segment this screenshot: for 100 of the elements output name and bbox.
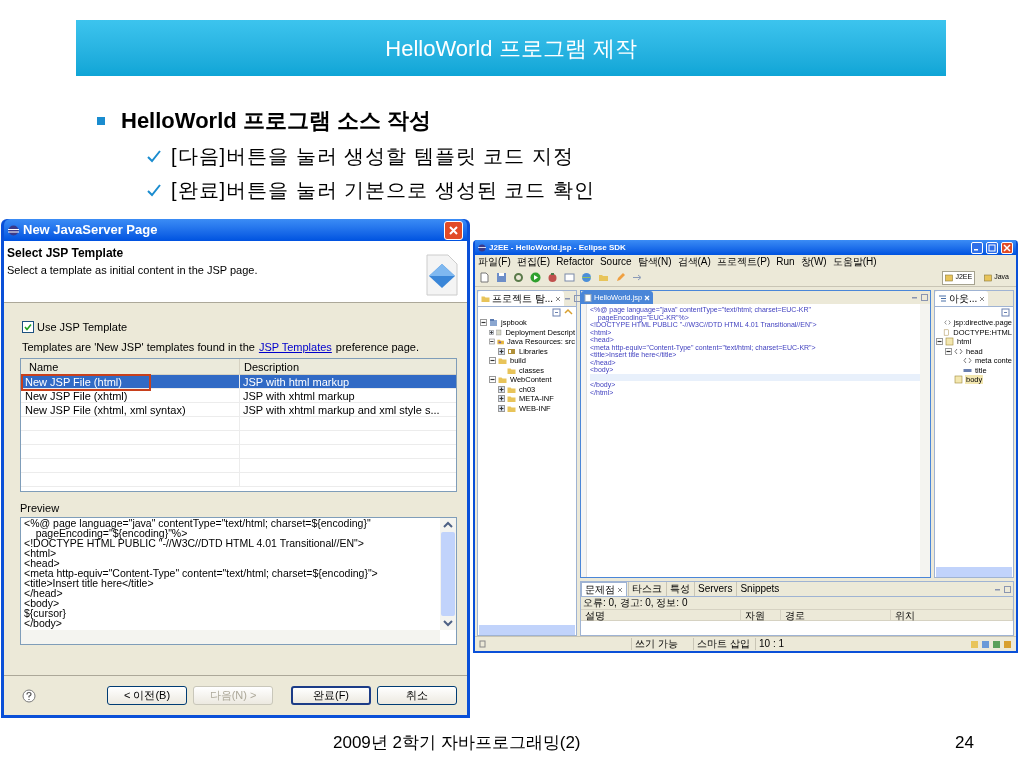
preview-code-line: <body> <box>24 597 60 608</box>
document-diamond-icon <box>424 254 458 296</box>
column-header[interactable]: 경로 <box>781 610 891 620</box>
collapse-all-icon <box>1001 308 1010 317</box>
slide-footer: 2009년 2학기 자바프로그래밍(2) <box>333 730 581 756</box>
horizontal-scrollbar[interactable] <box>936 567 1012 577</box>
column-header[interactable]: 자원 <box>741 610 781 620</box>
table-cell: New JSP File (xhtml) <box>21 389 240 402</box>
maximize-button[interactable] <box>986 241 998 254</box>
menu-item[interactable]: 파일(F) <box>478 256 511 268</box>
file-icon <box>584 293 592 302</box>
perspective-icon <box>984 273 993 282</box>
minimize-button[interactable] <box>971 241 983 254</box>
table-cell-text: JSP with xhtml markup <box>242 389 356 402</box>
preview-label: Preview <box>20 501 61 516</box>
view-tab[interactable]: 프로젝트 탐... <box>478 291 565 306</box>
panel-tab[interactable]: 타스크 <box>628 582 665 596</box>
menu-item[interactable]: Refactor <box>556 256 594 268</box>
template-row[interactable]: New JSP File (html) JSP with html markup <box>21 375 456 389</box>
tag-brackets-icon <box>954 346 963 356</box>
minimize-icon <box>564 295 572 302</box>
dialog-heading: Select JSP Template <box>7 245 125 262</box>
descriptor-icon <box>496 327 503 337</box>
menu-item[interactable]: 편집(E) <box>516 256 551 268</box>
maximize-icon <box>921 294 928 301</box>
close-icon <box>979 295 986 302</box>
vertical-scrollbar[interactable] <box>920 304 930 577</box>
globe-icon <box>581 272 592 283</box>
new-file-icon <box>479 272 490 283</box>
menu-item[interactable]: 프로젝트(P) <box>716 256 771 268</box>
preview-code-line: <html> <box>24 547 57 558</box>
run-icon <box>530 272 541 283</box>
table-cell-text: JSP with html markup <box>242 375 351 388</box>
minimize-icon <box>911 294 918 301</box>
menu-item[interactable]: Run <box>776 256 795 268</box>
link-icon <box>564 308 573 317</box>
template-row[interactable]: New JSP File (xhtml) JSP with xhtml markup <box>21 389 456 403</box>
close-button[interactable] <box>444 220 463 240</box>
folder-icon <box>481 294 490 303</box>
project-icon <box>489 318 498 328</box>
templates-note: preference page. <box>335 339 419 355</box>
slide-title: HelloWorld 프로그램 제작 <box>385 34 637 63</box>
arrow-icon <box>632 272 643 283</box>
horizontal-scrollbar[interactable] <box>479 625 575 635</box>
column-header[interactable]: 설명 <box>581 610 741 620</box>
close-icon <box>644 294 651 301</box>
column-header[interactable]: 위치 <box>891 610 1013 620</box>
bullet-text: [완료]버튼을 눌러 기본으로 생성된 코드 확인 <box>171 178 595 203</box>
problems-summary: 오류: 0, 경고: 0, 정보: 0 <box>581 597 1013 609</box>
maximize-icon <box>988 243 996 252</box>
pencil-icon <box>615 272 626 283</box>
table-cell-text: JSP with xhtml markup and xml style s... <box>242 403 441 416</box>
column-header[interactable]: Description <box>240 359 456 374</box>
close-icon <box>555 295 562 302</box>
square-bullet-icon <box>97 116 105 125</box>
source-folder-icon <box>496 337 505 347</box>
maximize-icon <box>1004 585 1011 593</box>
checkbox-label: Use JSP Template <box>37 320 128 335</box>
template-row[interactable]: New JSP File (xhtml, xml syntax) JSP with xhtml markup and xml style s... <box>21 403 456 417</box>
column-header[interactable]: Name <box>21 359 240 374</box>
menu-item[interactable]: 도움말(H) <box>832 256 877 268</box>
tag-brackets-icon <box>962 356 972 366</box>
checkmark-icon <box>24 323 32 332</box>
help-icon <box>22 688 36 703</box>
bullet-text: HelloWorld 프로그램 소스 작성 <box>121 107 432 135</box>
close-icon <box>1003 243 1011 252</box>
dialog-button[interactable]: < 이전(B) <box>107 686 187 705</box>
check-icon <box>147 183 161 197</box>
check-icon <box>147 149 161 163</box>
bullet-text: [다음]버튼을 눌러 생성할 템플릿 코드 지정 <box>171 144 574 169</box>
preview-code-line: <meta http-equiv="Content-Type" content="text/html; charset=${encoding}"> <box>24 567 379 578</box>
jsp-templates-link[interactable]: JSP Templates <box>258 338 332 355</box>
panel-tab[interactable]: 문제점 <box>581 582 627 596</box>
view-tab[interactable]: 아웃... <box>935 291 989 306</box>
use-template-checkbox[interactable] <box>22 321 34 334</box>
window-icon <box>564 272 575 283</box>
dialog-title: New JavaServer Page <box>23 221 159 240</box>
vertical-scrollbar[interactable] <box>440 517 456 630</box>
save-icon <box>496 272 507 283</box>
menu-item[interactable]: 검색(A) <box>677 256 711 268</box>
panel-tab[interactable]: Servers <box>694 582 736 596</box>
window-title: J2EE - HelloWorld.jsp - Eclipse SDK <box>489 241 627 254</box>
status-field: 쓰기 가능 <box>631 638 691 650</box>
horizontal-scrollbar[interactable] <box>21 629 440 644</box>
folder-icon <box>598 272 609 283</box>
eclipse-icon <box>478 243 486 252</box>
close-icon <box>449 225 458 235</box>
document-icon <box>943 327 951 337</box>
preview-code-line: <%@ page language="java" contentType="text/html; charset=${encoding}" <box>24 517 372 528</box>
table-cell: New JSP File (html) <box>21 375 240 388</box>
status-icon <box>479 640 487 648</box>
menu-item[interactable]: 창(W) <box>800 256 827 268</box>
dialog-button[interactable]: 취소 <box>377 686 457 705</box>
close-button[interactable] <box>1001 241 1013 254</box>
dialog-description: Select a template as initial content in the JSP page. <box>7 263 258 278</box>
status-field: 스마트 삽입 <box>693 638 753 650</box>
dialog-button[interactable]: 완료(F) <box>291 686 371 705</box>
menu-item[interactable]: 탐색(N) <box>637 256 672 268</box>
menu-item[interactable]: Source <box>599 256 632 268</box>
eclipse-icon <box>8 224 19 236</box>
